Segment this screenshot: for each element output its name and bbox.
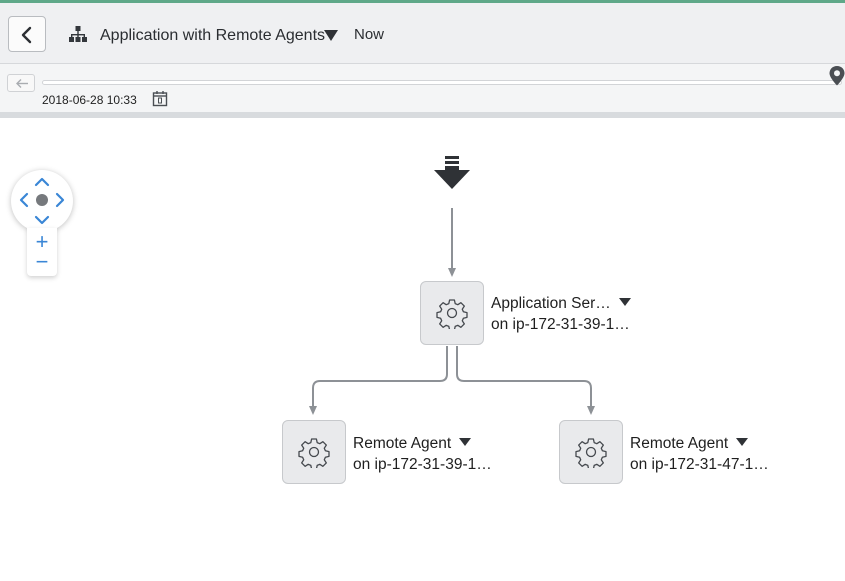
- graph-node-remote-agent-2[interactable]: [559, 420, 623, 484]
- caret-down-icon[interactable]: [459, 438, 472, 446]
- edge-app-to-agent-1: [312, 346, 448, 407]
- node-name: Remote Agent: [630, 435, 729, 452]
- node-label-remote-agent-2: Remote Agent on ip-172-31-47-1…: [630, 433, 769, 475]
- caret-down-icon[interactable]: [736, 438, 749, 446]
- node-name: Application Ser…: [491, 295, 611, 312]
- caret-down-icon[interactable]: [618, 298, 631, 306]
- node-label-remote-agent-1: Remote Agent on ip-172-31-39-1…: [353, 433, 492, 475]
- download-arrow-icon: [434, 156, 470, 189]
- edge-arrowhead: [309, 406, 317, 415]
- gear-icon: [298, 438, 330, 468]
- graph-node-app-server[interactable]: [420, 281, 484, 345]
- edge-app-to-agent-2: [456, 346, 592, 407]
- edge-arrowhead: [448, 268, 456, 277]
- gear-icon: [436, 299, 468, 329]
- gear-icon: [575, 438, 607, 468]
- node-label-app-server: Application Ser… on ip-172-31-39-1…: [491, 293, 631, 335]
- node-host: on ip-172-31-39-1…: [491, 316, 630, 333]
- node-host: on ip-172-31-39-1…: [353, 456, 492, 473]
- graph-node-remote-agent-1[interactable]: [282, 420, 346, 484]
- node-name: Remote Agent: [353, 435, 452, 452]
- node-host: on ip-172-31-47-1…: [630, 456, 769, 473]
- edge-arrowhead: [587, 406, 595, 415]
